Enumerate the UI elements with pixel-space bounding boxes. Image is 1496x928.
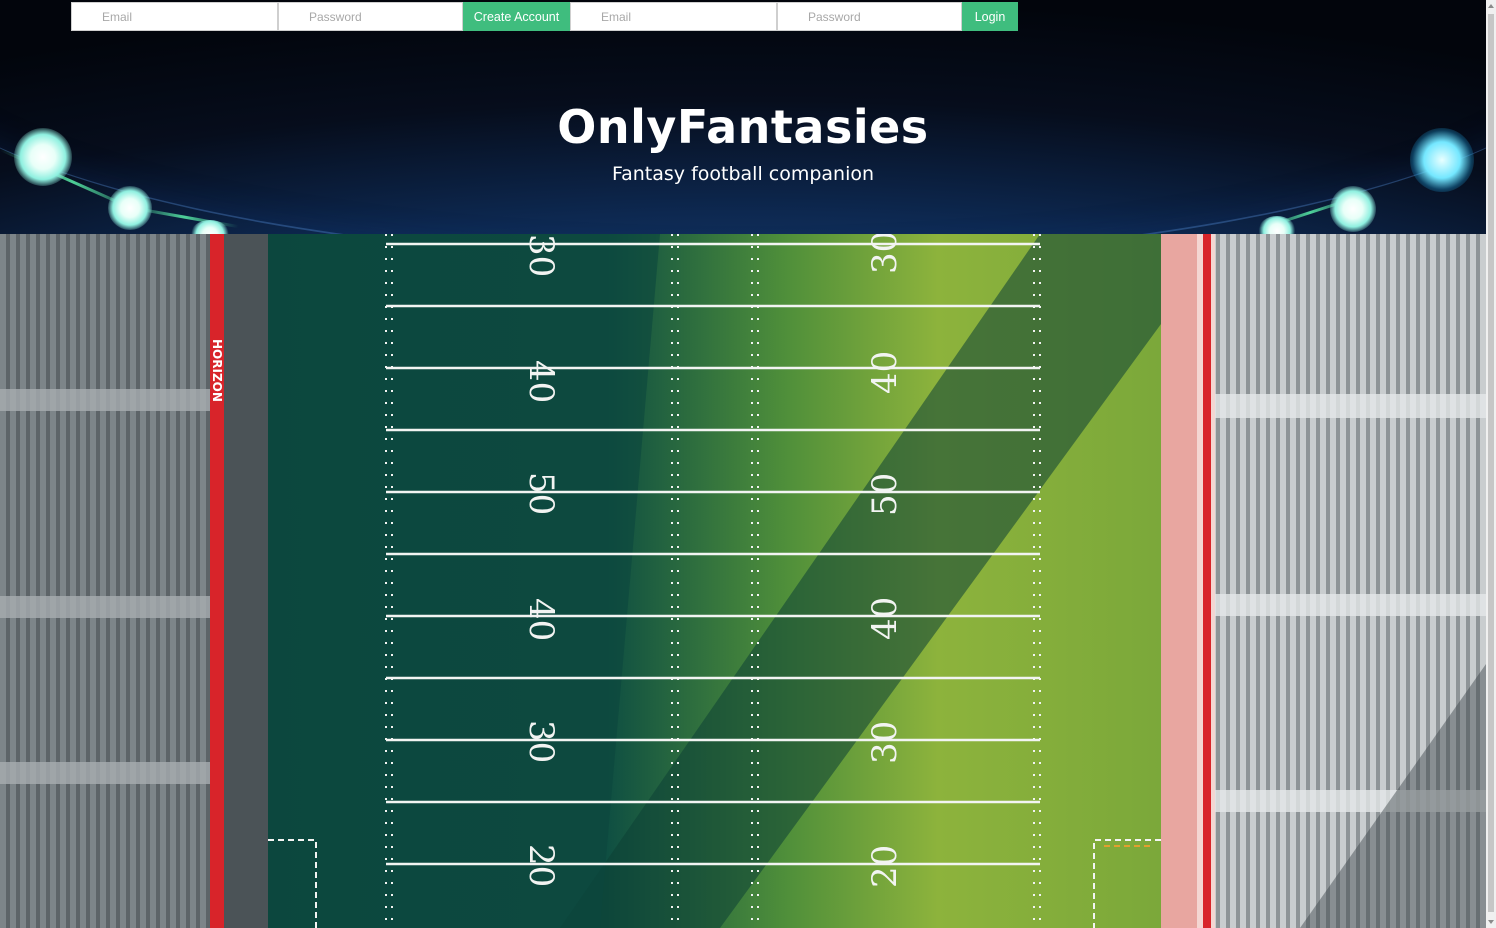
yard-number: 30 [521, 720, 561, 763]
football-field-image: HORIZON 30 40 50 40 30 20 30 40 50 40 30… [0, 234, 1486, 928]
left-stands [0, 234, 212, 928]
yard-number: 20 [521, 844, 561, 887]
yard-number: 30 [865, 721, 905, 764]
create-account-button[interactable]: Create Account [463, 2, 570, 31]
yard-number: 40 [521, 598, 561, 641]
yard-number: 40 [865, 351, 905, 394]
hero-header: OnlyFantasies Fantasy football companion [0, 0, 1486, 234]
signup-email-input[interactable] [71, 2, 278, 31]
yard-number: 40 [865, 597, 905, 640]
scrollbar-thumb[interactable] [1488, 14, 1494, 912]
login-email-input[interactable] [570, 2, 777, 31]
scroll-down-arrow-icon[interactable] [1488, 920, 1494, 924]
yard-number: 50 [521, 472, 561, 515]
yard-number: 20 [865, 845, 905, 888]
stadium-light [108, 186, 152, 230]
page: OnlyFantasies Fantasy football companion… [0, 0, 1486, 928]
stadium-light [1330, 186, 1376, 232]
yard-number: 50 [865, 473, 905, 516]
signup-password-input[interactable] [278, 2, 463, 31]
site-subtitle: Fantasy football companion [611, 163, 875, 185]
yard-number: 40 [521, 360, 561, 403]
wall-text: HORIZON [210, 339, 224, 402]
yard-number: 30 [865, 234, 905, 274]
scroll-up-arrow-icon[interactable] [1488, 4, 1494, 8]
login-button[interactable]: Login [962, 2, 1018, 31]
site-title: OnlyFantasies [557, 100, 929, 154]
vertical-scrollbar[interactable] [1486, 0, 1496, 928]
login-password-input[interactable] [777, 2, 962, 31]
yard-number: 30 [521, 234, 561, 277]
